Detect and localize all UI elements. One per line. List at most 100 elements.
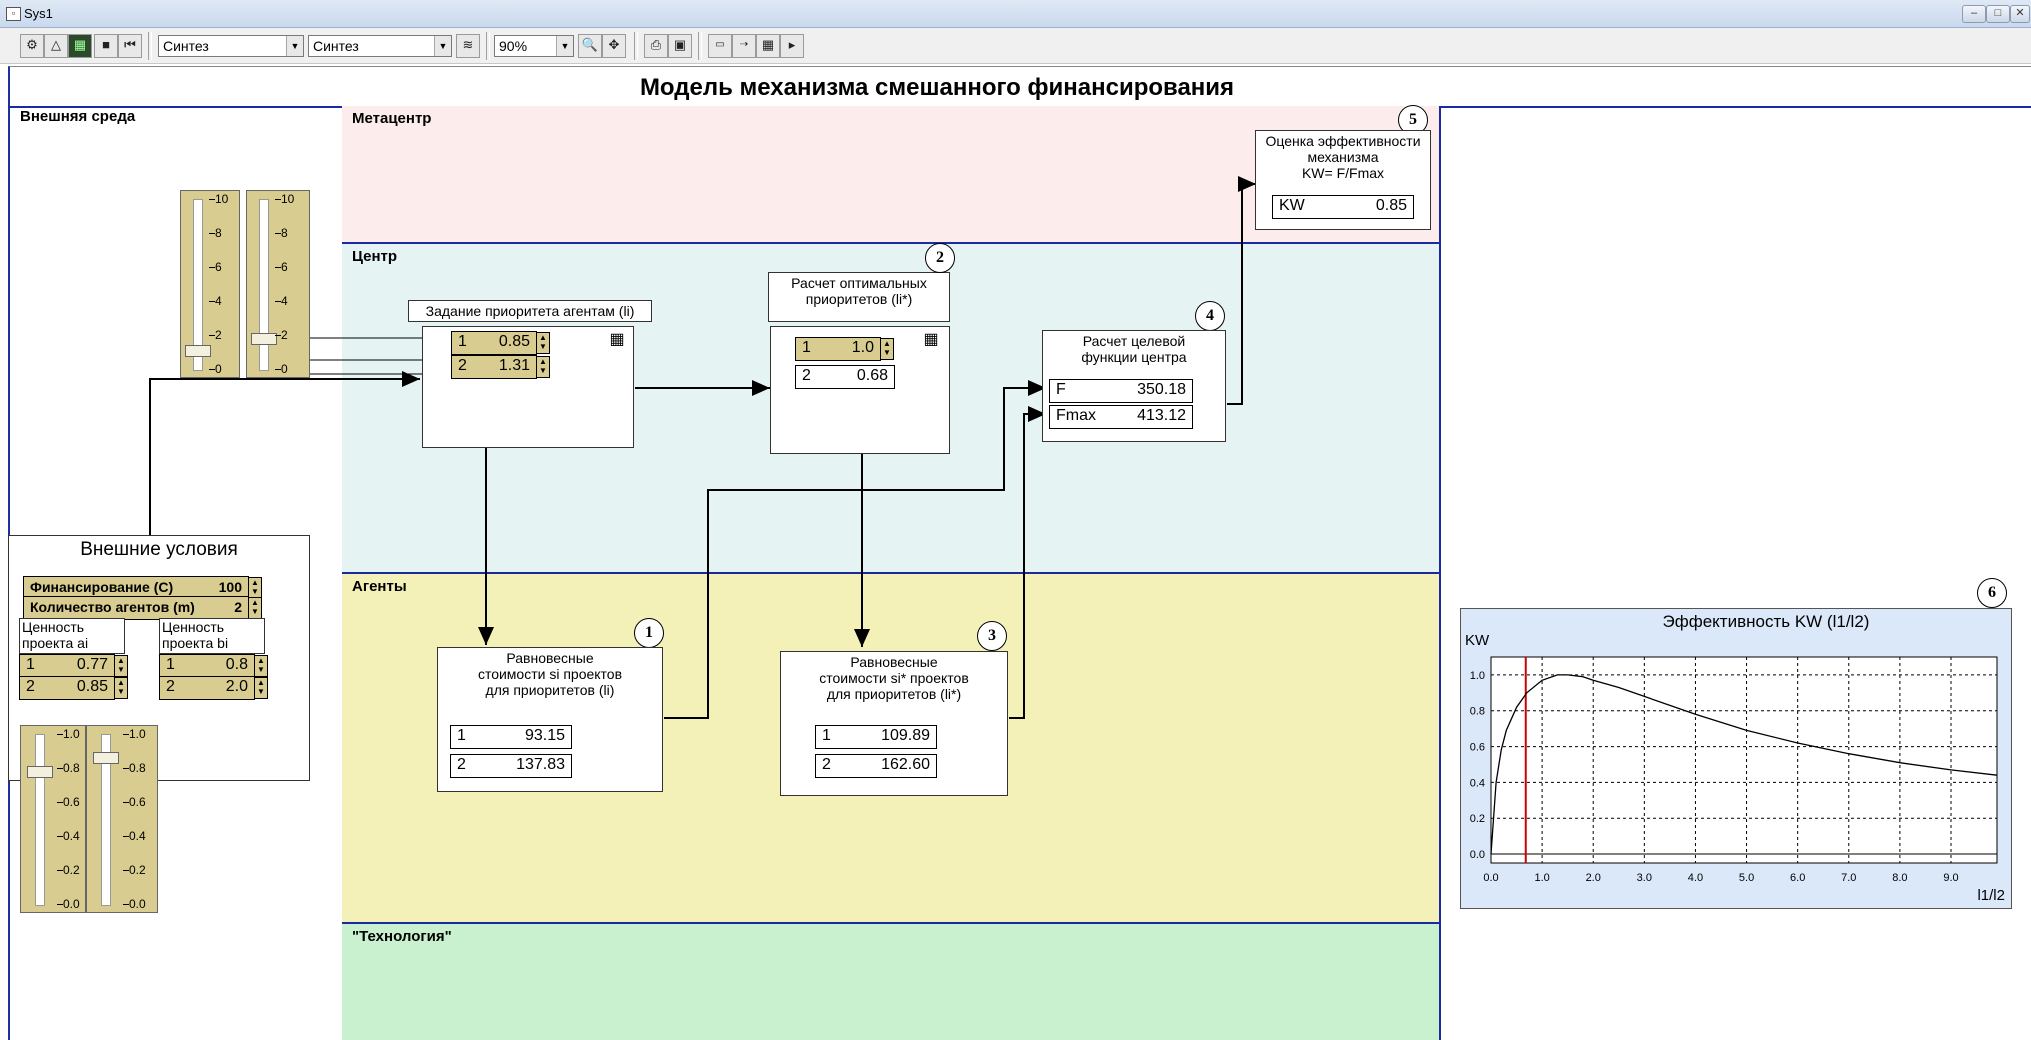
target-title-line1: Расчет целевой <box>1082 333 1186 349</box>
field-key: 2 <box>166 678 175 695</box>
kw-block[interactable]: Оценка эффективности механизма KW= F/Fma… <box>1255 130 1431 230</box>
tick-label: 8 <box>215 226 222 240</box>
y-tick-label: 1.0 <box>1470 670 1485 682</box>
spinner-icon[interactable]: ▲ ▼ <box>536 356 550 378</box>
optimal-field-2: 2 0.68 <box>795 365 895 389</box>
tick-label: 0.4 <box>63 829 80 843</box>
x-tick-label: 8.0 <box>1892 872 1907 884</box>
value-b-field-1[interactable]: 1 0.8 ▲ ▼ <box>159 654 268 678</box>
field-key: 2 <box>26 678 35 695</box>
field-key: 1 <box>822 727 831 744</box>
equil1-field-2: 2 137.83 <box>450 754 572 778</box>
slider-thumb[interactable] <box>185 345 211 357</box>
priority-slider-2[interactable]: 10 8 6 4 2 0 <box>246 190 310 378</box>
field-value: 2.0 <box>225 678 248 695</box>
tick-label: 0 <box>215 362 222 376</box>
tick-label: 0.0 <box>63 897 80 911</box>
value-a-slider[interactable]: 1.0 0.8 0.6 0.4 0.2 0.0 <box>20 725 86 913</box>
block-number-badge: 4 <box>1195 301 1225 331</box>
equil3-field-2: 2 162.60 <box>815 754 937 778</box>
field-key: 1 <box>802 339 811 356</box>
field-key: 1 <box>457 727 466 744</box>
value-a-field-2[interactable]: 2 0.85 ▲ ▼ <box>19 676 128 700</box>
equilibrium-block-3[interactable]: Равновесные стоимости si* проектов для п… <box>780 651 1008 796</box>
field-value: 0.85 <box>498 333 530 350</box>
field-key: 1 <box>26 656 35 673</box>
field-value: 93.15 <box>524 727 565 744</box>
spinner-icon[interactable]: ▲ ▼ <box>114 677 128 699</box>
equil1-title-line2: стоимости si проектов <box>477 666 623 682</box>
table-grid-icon[interactable]: ▦ <box>921 331 941 349</box>
value-a-title-line2: проекта ai <box>22 635 89 651</box>
tick-label: 0.6 <box>63 795 80 809</box>
priority-field-1[interactable]: 1 0.85 ▲ ▼ <box>451 331 550 355</box>
equilibrium-block-1[interactable]: Равновесные стоимости si проектов для пр… <box>437 647 663 792</box>
target-function-block[interactable]: Расчет целевой функции центра F 350.18 F… <box>1042 330 1226 442</box>
field-value: 137.83 <box>516 756 565 773</box>
x-tick-label: 3.0 <box>1637 872 1652 884</box>
field-value: 109.89 <box>881 727 930 744</box>
spinner-icon[interactable]: ▲ ▼ <box>248 577 262 599</box>
kw-chart: Эффективность KW (l1/l2) KW l1/l2 0.0 1.0 2.0… <box>1465 612 2005 904</box>
field-key: 2 <box>457 756 466 773</box>
kw-title-line1: Оценка эффективности <box>1265 133 1421 149</box>
kw-field: KW 0.85 <box>1272 195 1414 219</box>
equil1-title-line1: Равновесные <box>506 650 594 666</box>
tick-label: 10 <box>215 192 229 206</box>
value-a-header: Ценность проекта ai <box>19 618 125 654</box>
x-tick-label: 1.0 <box>1534 872 1549 884</box>
value-b-field-2[interactable]: 2 2.0 ▲ ▼ <box>159 676 268 700</box>
spinner-icon[interactable]: ▲ ▼ <box>254 655 268 677</box>
tick-label: 0 <box>281 362 288 376</box>
equil3-title-line1: Равновесные <box>850 654 938 670</box>
external-conditions-title: Внешние условия <box>80 539 238 560</box>
target-field-fmax: Fmax 413.12 <box>1049 405 1193 429</box>
spinner-icon[interactable]: ▲ ▼ <box>248 597 262 619</box>
tick-label: 0.8 <box>129 761 146 775</box>
x-tick-label: 5.0 <box>1739 872 1754 884</box>
value-a-field-1[interactable]: 1 0.77 ▲ ▼ <box>19 654 128 678</box>
spinner-icon[interactable]: ▲ ▼ <box>254 677 268 699</box>
field-value: 413.12 <box>1137 407 1186 424</box>
tick-label: 1.0 <box>63 727 80 741</box>
field-key: 2 <box>822 756 831 773</box>
optimal-block[interactable]: 1 1.0 ▲ ▼ 2 0.68 ▦ <box>770 326 950 454</box>
spinner-icon[interactable]: ▲ ▼ <box>114 655 128 677</box>
x-tick-label: 6.0 <box>1790 872 1805 884</box>
field-value: 0.77 <box>76 656 108 673</box>
field-key: KW <box>1279 197 1305 214</box>
y-tick-label: 0.0 <box>1470 849 1485 861</box>
x-tick-label: 2.0 <box>1586 872 1601 884</box>
value-b-slider[interactable]: 1.0 0.8 0.6 0.4 0.2 0.0 <box>86 725 158 913</box>
y-tick-label: 0.2 <box>1470 813 1485 825</box>
priority-slider-1[interactable]: 10 8 6 4 2 0 <box>180 190 240 378</box>
x-axis-label: l1/l2 <box>1977 887 2005 904</box>
priority-field-2[interactable]: 2 1.31 ▲ ▼ <box>451 355 550 379</box>
agents-count-field[interactable]: Количество агентов (m) 2 ▲ ▼ <box>23 596 262 620</box>
priority-block[interactable]: 1 0.85 ▲ ▼ 2 1.31 ▲ ▼ ▦ <box>422 326 634 448</box>
spinner-icon[interactable]: ▲ ▼ <box>536 332 550 354</box>
optimal-title-line2: приоритетов (li*) <box>805 291 913 307</box>
tick-label: 0.6 <box>129 795 146 809</box>
field-value: 162.60 <box>881 756 930 773</box>
x-tick-label: 4.0 <box>1688 872 1703 884</box>
field-key: 2 <box>802 367 811 384</box>
spinner-icon[interactable]: ▲ ▼ <box>880 338 894 360</box>
slider-thumb[interactable] <box>27 766 53 778</box>
chart-panel[interactable]: Эффективность KW (l1/l2) KW l1/l2 0.0 1.0 2.0… <box>1460 608 2012 909</box>
priority-block-title: Задание приоритета агентам (li) <box>408 300 652 322</box>
value-b-title-line2: проекта bi <box>162 635 229 651</box>
kw-title-line2: механизма <box>1307 149 1379 165</box>
slider-thumb[interactable] <box>93 752 119 764</box>
optimal-field-1[interactable]: 1 1.0 ▲ ▼ <box>795 337 894 361</box>
field-key: F <box>1056 381 1066 398</box>
field-key: 1 <box>458 333 467 350</box>
equil1-field-1: 1 93.15 <box>450 725 572 749</box>
plot-area <box>1490 656 1998 864</box>
tick-label: 2 <box>215 328 222 342</box>
table-grid-icon[interactable]: ▦ <box>607 331 627 349</box>
field-key: Количество агентов (m) <box>30 599 195 615</box>
slider-thumb[interactable] <box>251 333 277 345</box>
target-title-line2: функции центра <box>1081 349 1187 365</box>
equil3-title-line3: для приоритетов (li*) <box>826 686 962 702</box>
